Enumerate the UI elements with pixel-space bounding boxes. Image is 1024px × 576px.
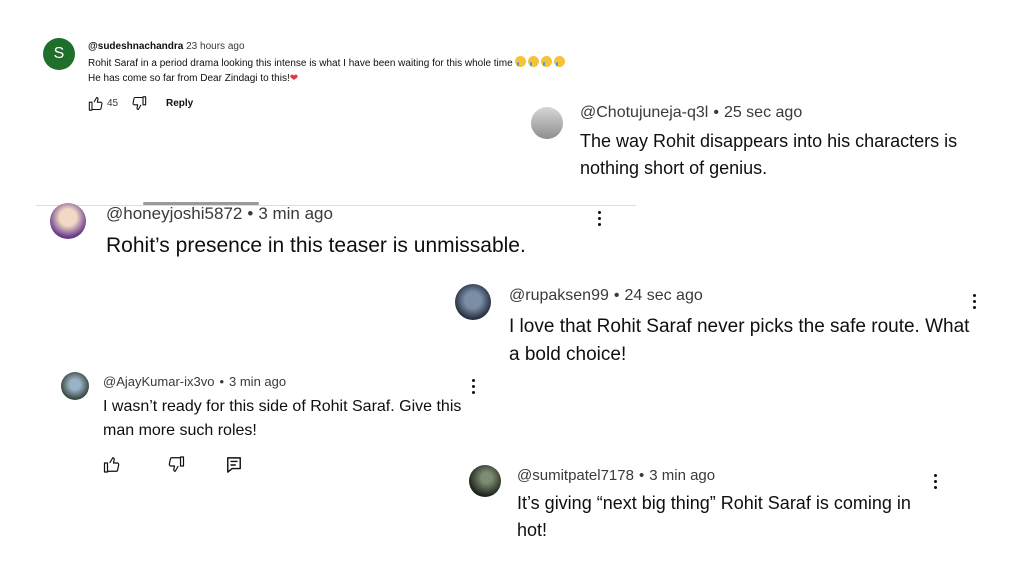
separator-dot: • [219, 374, 225, 389]
comment-text-line1: Rohit Saraf in a period drama looking th… [88, 58, 513, 69]
comment-author[interactable]: @Chotujuneja-q3l [580, 104, 708, 121]
crying-face-emoji-icon [513, 56, 565, 69]
reply-button[interactable]: Reply [166, 98, 193, 109]
comment-time[interactable]: 3 min ago [649, 467, 715, 484]
avatar[interactable]: S [43, 38, 75, 70]
comment-time[interactable]: 25 sec ago [724, 104, 802, 121]
comment-time[interactable]: 3 min ago [258, 204, 333, 223]
kebab-menu-icon[interactable] [596, 211, 602, 229]
comment-header: @Chotujuneja-q3l • 25 sec ago [580, 104, 802, 122]
comment-author[interactable]: @rupaksen99 [509, 287, 609, 304]
comment-text: It’s giving “next big thing” Rohit Saraf… [517, 493, 911, 540]
comment-header: @sudeshnachandra 23 hours ago [88, 41, 245, 52]
comment-text: Rohit’s presence in this teaser is unmis… [106, 234, 526, 257]
comment-author[interactable]: @AjayKumar-ix3vo [103, 374, 214, 389]
kebab-menu-icon[interactable] [470, 379, 476, 397]
avatar[interactable] [455, 284, 491, 320]
comment-header: @sumitpatel7178 • 3 min ago [517, 467, 715, 484]
avatar[interactable] [50, 203, 86, 239]
thumbs-down-icon[interactable] [167, 456, 185, 473]
comment-time[interactable]: 3 min ago [229, 374, 286, 389]
comment-author[interactable]: @honeyjoshi5872 [106, 204, 242, 223]
kebab-menu-icon[interactable] [932, 474, 938, 492]
comment-text-line2: He has come so far from Dear Zindagi to … [88, 73, 290, 84]
thumbs-up-icon[interactable] [88, 96, 104, 111]
comment-time[interactable]: 23 hours ago [186, 41, 244, 52]
comment-header: @AjayKumar-ix3vo • 3 min ago [103, 374, 286, 389]
comment-text: I wasn’t ready for this side of Rohit Sa… [103, 398, 462, 439]
avatar[interactable] [531, 107, 563, 139]
kebab-menu-icon[interactable] [971, 294, 977, 312]
avatar[interactable] [469, 465, 501, 497]
red-heart-emoji-icon: ❤ [289, 73, 299, 84]
comment-text: Rohit Saraf in a period drama looking th… [88, 56, 688, 86]
comment-reply-icon[interactable] [226, 456, 242, 474]
separator-dot: • [638, 467, 645, 484]
avatar-letter: S [53, 45, 65, 62]
comment-time[interactable]: 24 sec ago [624, 287, 702, 304]
comment-header: @honeyjoshi5872 • 3 min ago [106, 204, 333, 224]
like-count: 45 [107, 98, 119, 109]
separator-dot: • [713, 104, 719, 121]
comment-text: The way Rohit disappears into his charac… [580, 131, 958, 178]
comment-author[interactable]: @sumitpatel7178 [517, 467, 634, 484]
comment-text: I love that Rohit Saraf never picks the … [509, 316, 970, 365]
thumbs-down-icon[interactable] [131, 96, 147, 111]
thumbs-up-icon[interactable] [103, 456, 121, 473]
comment-author[interactable]: @sudeshnachandra [88, 41, 183, 52]
separator-dot: • [613, 287, 620, 304]
avatar[interactable] [61, 372, 89, 400]
separator-dot: • [247, 204, 254, 223]
comment-header: @rupaksen99 • 24 sec ago [509, 287, 703, 305]
